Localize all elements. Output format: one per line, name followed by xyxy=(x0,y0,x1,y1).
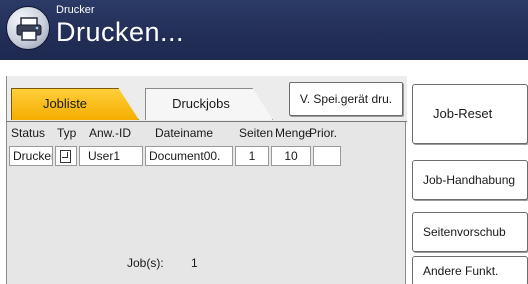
screen-title: Drucken... xyxy=(56,17,185,47)
job-list-panel: Jobliste Druckjobs V. Spei.gerät dru. St… xyxy=(6,76,407,284)
table-row[interactable]: Drucken User1 Document00. 1 10 xyxy=(7,146,407,166)
print-from-storage-button[interactable]: V. Spei.gerät dru. xyxy=(289,82,403,116)
column-header-filename: Dateiname xyxy=(155,126,214,140)
cell-status: Drucken xyxy=(9,146,53,166)
function-label: Drucker xyxy=(56,4,95,16)
job-handling-button[interactable]: Job-Handhabung xyxy=(412,160,528,200)
column-header-user-id: Anw.-ID xyxy=(89,126,132,140)
tab-bar: Jobliste Druckjobs V. Spei.gerät dru. xyxy=(7,76,407,122)
column-header-pages: Seiten xyxy=(239,126,274,140)
tab-print-jobs-label: Druckjobs xyxy=(172,96,230,111)
jobs-count-value: 1 xyxy=(191,256,198,270)
column-header-type: Typ xyxy=(57,126,77,140)
cell-quantity: 10 xyxy=(271,146,311,166)
job-reset-button[interactable]: Job-Reset xyxy=(412,84,528,144)
cell-pages: 1 xyxy=(235,146,269,166)
cell-filename: Document00. xyxy=(145,146,233,166)
tab-job-list-label: Jobliste xyxy=(42,96,88,111)
column-header-quantity: Menge xyxy=(275,126,312,140)
form-feed-button[interactable]: Seitenvorschub xyxy=(412,212,528,252)
cell-user-id: User1 xyxy=(79,146,143,166)
printer-icon xyxy=(6,6,50,50)
cell-priority xyxy=(313,146,341,166)
cell-type xyxy=(55,146,77,166)
main-area: Jobliste Druckjobs V. Spei.gerät dru. St… xyxy=(0,60,528,284)
column-header-status: Status xyxy=(11,126,46,140)
tab-job-list[interactable]: Jobliste xyxy=(11,88,139,120)
document-icon xyxy=(60,150,71,163)
jobs-count-label: Job(s): xyxy=(127,256,164,270)
column-header-priority: Prior. xyxy=(309,126,338,140)
other-functions-button[interactable]: Andere Funkt. xyxy=(412,256,528,284)
title-bar: Drucker Drucken... xyxy=(0,0,528,60)
tab-print-jobs[interactable]: Druckjobs xyxy=(145,88,273,120)
